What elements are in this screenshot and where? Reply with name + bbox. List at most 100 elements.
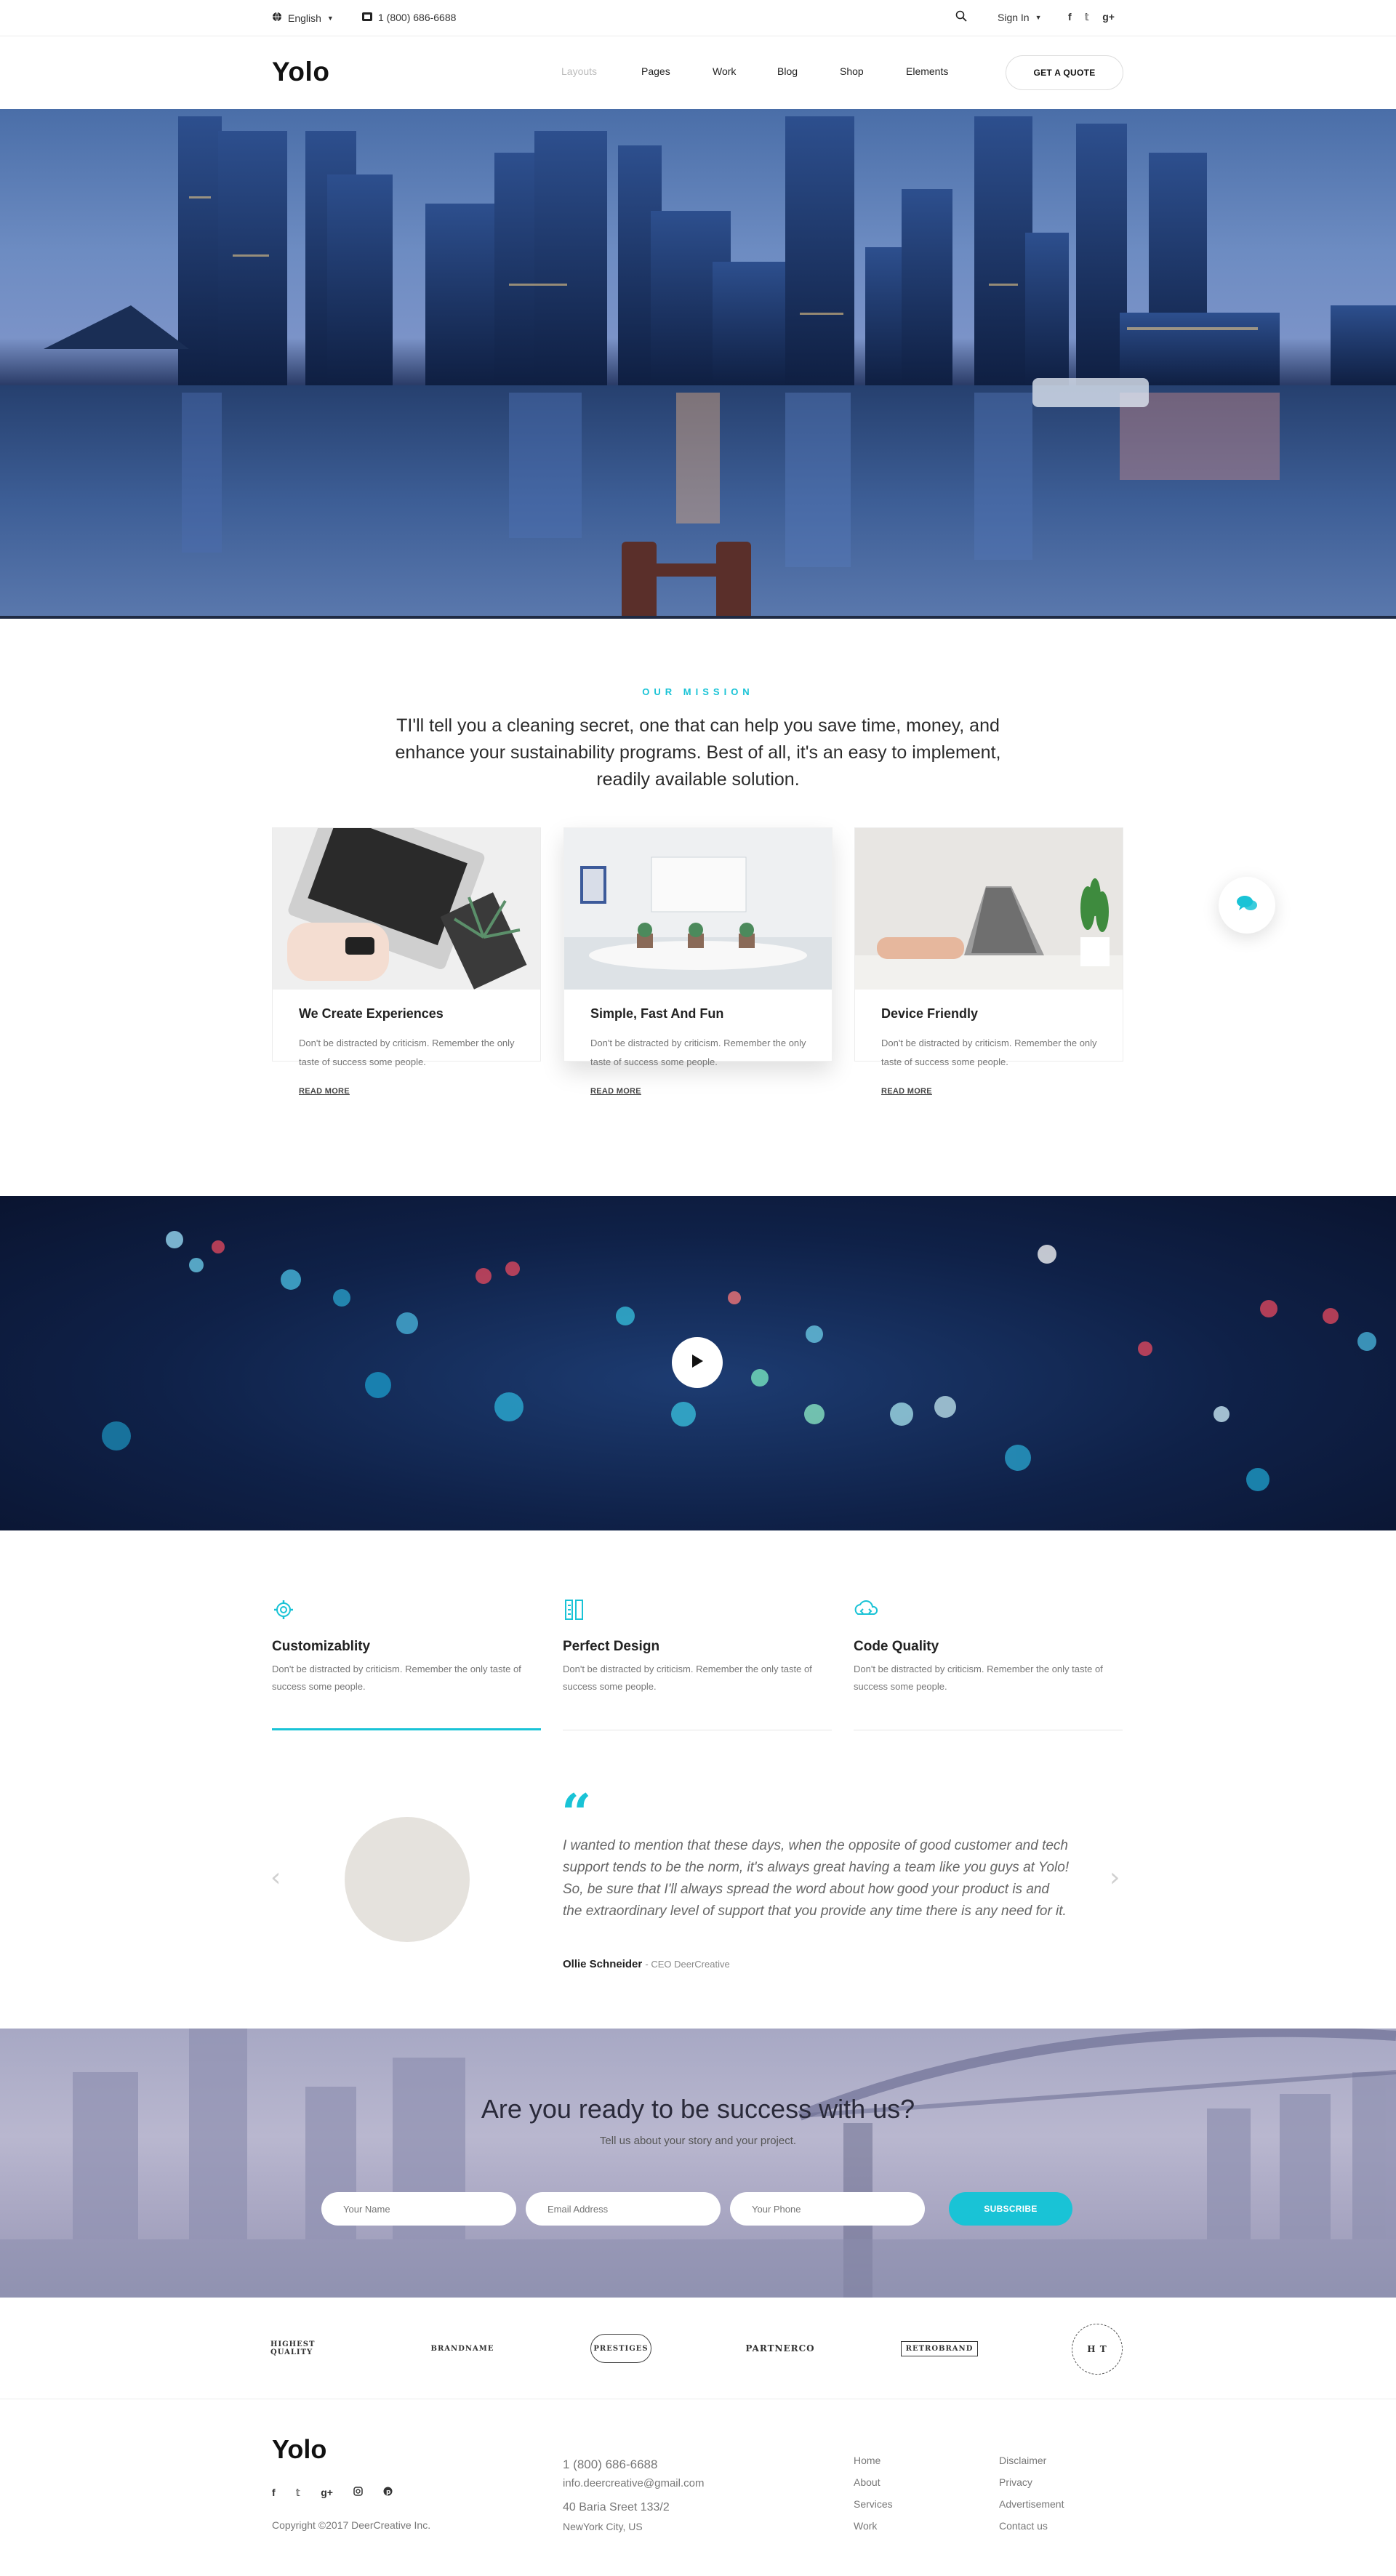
brand-logo-prestiges: PRESTIGES <box>590 2334 651 2363</box>
phone-info: 1 (800) 686-6688 <box>362 12 456 23</box>
footer-address-line2: NewYork City, US <box>563 2521 643 2532</box>
email-input[interactable] <box>526 2192 721 2226</box>
footer-social-links: f 𝕥 g+ p <box>272 2487 393 2499</box>
feature-active-underline <box>272 1728 541 1730</box>
svg-text:p: p <box>386 2489 391 2496</box>
card-title: We Create Experiences <box>299 1006 444 1021</box>
mission-label: OUR MISSION <box>642 686 754 697</box>
feature-title: Code Quality <box>854 1639 939 1654</box>
signin-label: Sign In <box>998 12 1030 23</box>
phone-icon <box>362 12 372 23</box>
footer-link-work[interactable]: Work <box>854 2520 877 2532</box>
feature-description: Don't be distracted by criticism. Rememb… <box>563 1664 812 1692</box>
prev-arrow-icon[interactable]: ‹ <box>270 1863 281 1893</box>
author-role: - CEO DeerCreative <box>645 1959 730 1970</box>
pencil-ruler-icon <box>563 1598 586 1621</box>
twitter-icon[interactable]: 𝕥 <box>296 2487 301 2499</box>
card-description: Don't be distracted by criticism. Rememb… <box>590 1038 806 1067</box>
language-label: English <box>288 12 321 24</box>
avatar <box>345 1817 470 1942</box>
card-title: Simple, Fast And Fun <box>590 1006 724 1021</box>
twitter-icon[interactable]: 𝕥 <box>1085 11 1090 23</box>
card-description: Don't be distracted by criticism. Rememb… <box>881 1038 1097 1067</box>
feature-description: Don't be distracted by criticism. Rememb… <box>272 1664 521 1692</box>
footer-phone: 1 (800) 686-6688 <box>563 2457 658 2471</box>
get-quote-button[interactable]: GET A QUOTE <box>1006 55 1123 90</box>
main-header: Yolo Layouts Pages Work Blog Shop Elemen… <box>0 36 1396 109</box>
cta-subtitle: Tell us about your story and your projec… <box>599 2135 797 2147</box>
social-links-top: f 𝕥 g+ <box>1068 11 1115 23</box>
read-more-link[interactable]: READ MORE <box>299 1087 350 1096</box>
mission-text: TI'll tell you a cleaning secret, one th… <box>395 715 1001 790</box>
signin-dropdown[interactable]: Sign In ▼ <box>998 12 1042 23</box>
feature-title: Perfect Design <box>563 1639 660 1654</box>
nav-item-blog[interactable]: Blog <box>777 65 798 77</box>
play-video-button[interactable] <box>672 1337 723 1388</box>
brand-logos-strip <box>0 2298 1396 2399</box>
feature-perfect-design: Perfect Design Don't be distracted by cr… <box>563 1598 832 1730</box>
card-description: Don't be distracted by criticism. Rememb… <box>299 1038 515 1067</box>
author-name: Ollie Schneider <box>563 1958 643 1970</box>
nav-item-elements[interactable]: Elements <box>906 65 948 77</box>
nav-item-shop[interactable]: Shop <box>840 65 864 77</box>
feature-description: Don't be distracted by criticism. Rememb… <box>854 1664 1103 1692</box>
copyright-text: Copyright ©2017 DeerCreative Inc. <box>272 2519 431 2531</box>
cta-bridge-background <box>0 2029 1396 2298</box>
language-selector[interactable]: English ▼ <box>272 12 334 24</box>
brand-logo-ht: H T <box>1072 2324 1123 2375</box>
office-room-image <box>564 828 832 990</box>
laptop-desk-image <box>855 828 1123 990</box>
feature-customizability: Customizablity Don't be distracted by cr… <box>272 1598 541 1730</box>
play-icon <box>691 1354 704 1372</box>
next-arrow-icon[interactable]: › <box>1110 1863 1120 1893</box>
footer-address-line1: 40 Baria Sreet 133/2 <box>563 2501 670 2513</box>
chat-button[interactable] <box>1219 877 1275 934</box>
top-bar: English ▼ 1 (800) 686-6688 Sign In ▼ f 𝕥… <box>0 0 1396 36</box>
feature-title: Customizablity <box>272 1639 371 1654</box>
nav-item-work[interactable]: Work <box>713 65 736 77</box>
card-experiences: We Create Experiences Don't be distracte… <box>272 827 541 1096</box>
brand-logo-brandname: BRANDNAME <box>430 2344 494 2353</box>
footer-link-advertisement[interactable]: Advertisement <box>999 2498 1064 2510</box>
footer-link-services[interactable]: Services <box>854 2498 893 2510</box>
footer-email[interactable]: info.deercreative@gmail.com <box>563 2477 704 2489</box>
search-icon[interactable] <box>955 10 967 24</box>
footer-link-contact[interactable]: Contact us <box>999 2520 1048 2532</box>
instagram-icon[interactable] <box>353 2487 363 2499</box>
brand-logo-highest-quality: HIGHEST QUALITY <box>270 2340 316 2356</box>
card-title: Device Friendly <box>881 1006 979 1021</box>
testimonial-quote: I wanted to mention that these days, whe… <box>563 1838 1070 1919</box>
subscribe-button[interactable]: SUBSCRIBE <box>949 2192 1072 2226</box>
footer-logo[interactable]: Yolo <box>272 2434 326 2465</box>
gear-icon <box>272 1598 295 1621</box>
chevron-down-icon: ▼ <box>1035 14 1042 21</box>
read-more-link[interactable]: READ MORE <box>590 1087 641 1096</box>
footer-link-home[interactable]: Home <box>854 2455 880 2466</box>
name-input[interactable] <box>321 2192 516 2226</box>
hero-divider <box>0 616 1396 619</box>
footer-link-privacy[interactable]: Privacy <box>999 2476 1032 2488</box>
phone-number: 1 (800) 686-6688 <box>378 12 457 23</box>
footer-link-disclaimer[interactable]: Disclaimer <box>999 2455 1046 2466</box>
chat-bubble-icon <box>1236 894 1258 917</box>
google-plus-icon[interactable]: g+ <box>321 2487 333 2499</box>
facebook-icon[interactable]: f <box>1068 11 1072 23</box>
pinterest-icon[interactable]: p <box>383 2487 393 2499</box>
quote-icon: “ <box>561 1782 592 1844</box>
nav-item-pages[interactable]: Pages <box>641 65 670 77</box>
feature-code-quality: Code Quality Don't be distracted by crit… <box>854 1598 1123 1730</box>
laptop-typing-image <box>273 828 540 990</box>
read-more-link[interactable]: READ MORE <box>881 1087 932 1096</box>
google-plus-icon[interactable]: g+ <box>1102 11 1115 23</box>
hero-skyline-illustration <box>0 116 1396 618</box>
cloud-code-icon <box>854 1598 878 1621</box>
nav-item-layouts[interactable]: Layouts <box>561 65 597 77</box>
facebook-icon[interactable]: f <box>272 2487 276 2499</box>
cta-title: Are you ready to be success with us? <box>481 2094 915 2124</box>
footer-link-about[interactable]: About <box>854 2476 880 2488</box>
chevron-down-icon: ▼ <box>326 14 334 22</box>
brand-logo-retrobrand: RETROBRAND <box>900 2327 979 2370</box>
site-logo[interactable]: Yolo <box>272 57 329 87</box>
phone-input[interactable] <box>730 2192 925 2226</box>
bridge-skyline-illustration <box>0 2029 1396 2298</box>
